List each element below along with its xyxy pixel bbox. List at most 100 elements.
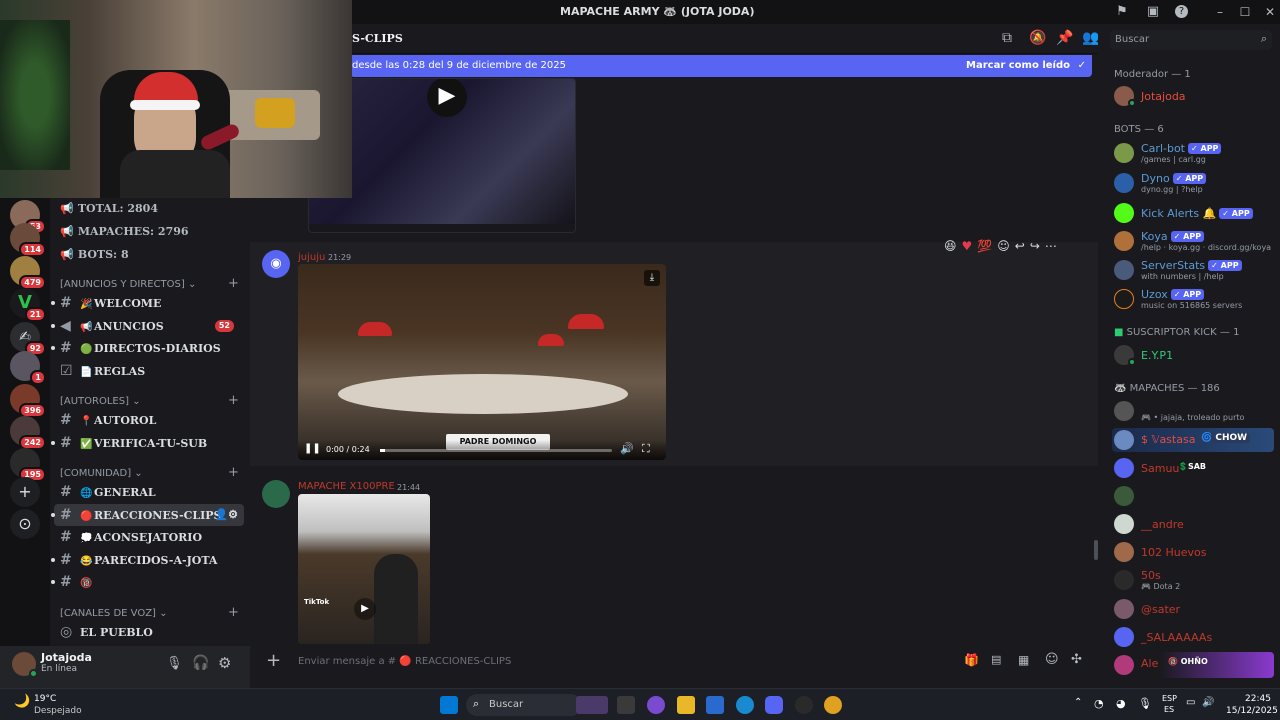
category-anuncios[interactable]: [ANUNCIOS Y DIRECTOS] ⌄ — [60, 279, 196, 290]
member-item[interactable]: 50s 🎮 Dota 2 — [1112, 567, 1277, 593]
file-explorer-icon[interactable] — [677, 696, 695, 714]
forward-icon[interactable]: ↪ — [1030, 239, 1045, 253]
category-comunidad[interactable]: [COMUNIDAD] ⌄ — [60, 468, 143, 479]
add-server-button[interactable]: + — [10, 477, 40, 507]
discord-icon[interactable] — [765, 696, 783, 714]
server-icon[interactable]: V 21 — [10, 288, 46, 322]
tray-app-icon[interactable]: ◕ — [1116, 697, 1126, 710]
message-author[interactable]: jujuju — [298, 252, 325, 263]
channel-nsfw[interactable]: # 🔞 — [51, 571, 244, 593]
reaction-icon[interactable]: 💯 — [977, 239, 997, 253]
member-item[interactable]: 🎮 • jajaja, troleado purto — [1112, 398, 1277, 424]
server-icon[interactable]: 396 — [10, 384, 46, 418]
member-item[interactable]: E.Y.P1 — [1112, 342, 1277, 368]
headphones-icon[interactable]: 🎧 — [192, 655, 209, 671]
category-autoroles[interactable]: [AUTOROLES] ⌄ — [60, 396, 141, 407]
reply-icon[interactable]: ↩ — [1015, 239, 1030, 253]
channel-verifica-tu-sub[interactable]: # ✅ VERIFICA-TU-SUB — [51, 432, 244, 454]
server-icon[interactable]: ✍ 92 — [10, 322, 46, 356]
play-icon[interactable]: ▶ — [427, 79, 467, 117]
mark-read-button[interactable]: Marcar como leído — [966, 55, 1070, 77]
channel-reacciones-clips[interactable]: # 🔴 REACCIONES-CLIPS 👤⚙ — [51, 504, 244, 526]
tray-app-icon[interactable]: ◔ — [1094, 697, 1104, 710]
clock-date[interactable]: 15/12/2025 — [1226, 706, 1278, 716]
member-item[interactable]: Samuu 💲SAB — [1112, 455, 1277, 481]
channel-autorol[interactable]: # 📍 AUTOROL — [54, 409, 244, 431]
copilot-icon[interactable] — [647, 696, 665, 714]
minimize-icon[interactable]: – — [1210, 3, 1230, 21]
member-item-highlighted[interactable]: $ 𝕍astasa 🌀 CHOW — [1112, 428, 1274, 452]
add-reaction-icon[interactable]: ☺ — [997, 239, 1015, 253]
volume-icon[interactable]: 🔊 — [620, 442, 634, 455]
network-icon[interactable]: ▭ — [1186, 697, 1195, 708]
add-channel-icon[interactable]: + — [228, 465, 239, 480]
channel-aconsejatorio[interactable]: # 💭 ACONSEJATORIO — [54, 526, 244, 548]
message-author[interactable]: MAPACHE X100PRE — [298, 481, 395, 492]
discord-avatar-icon[interactable]: ◉ — [262, 250, 290, 278]
member-item[interactable]: Dyno ✓ APP dyno.gg | ?help — [1112, 170, 1277, 196]
channel-parecidos-a-jota[interactable]: # 😂 PARECIDOS-A-JOTA — [51, 549, 244, 571]
member-item[interactable]: ServerStats ✓ APP with numbers | /help — [1112, 257, 1277, 283]
pause-icon[interactable]: ❚❚ — [304, 443, 321, 454]
screen-share-icon[interactable]: ▣ — [1145, 4, 1161, 20]
discover-button[interactable]: ⊙ — [10, 509, 40, 539]
pin-icon[interactable]: 📌 — [1056, 30, 1073, 46]
channel-reglas[interactable]: ☑ 📄 REGLAS — [54, 360, 244, 382]
taskbar-search[interactable]: ⌕ Buscar — [466, 694, 582, 716]
member-item[interactable]: Jotajoda — [1112, 83, 1277, 109]
store-icon[interactable] — [706, 696, 724, 714]
language-top[interactable]: ESP — [1162, 694, 1177, 703]
member-item[interactable]: __andre — [1112, 511, 1277, 537]
heart-reaction-icon[interactable]: ♥ — [962, 239, 978, 253]
microphone-icon[interactable]: 🎙 — [1138, 697, 1152, 710]
member-item-highlighted[interactable]: Ale 🔞 OHÑO — [1112, 652, 1274, 678]
search-highlight-icon[interactable] — [576, 696, 608, 714]
chevron-up-icon[interactable]: ⌃ — [1074, 697, 1082, 708]
invite-and-settings-icons[interactable]: 👤⚙ — [214, 504, 238, 526]
new-messages-banner[interactable]: desde las 0:28 del 9 de diciembre de 202… — [350, 55, 1092, 77]
member-item[interactable]: Uzox ✓ APP music on 516865 servers — [1112, 286, 1277, 312]
message-hover-toolbar[interactable]: 😆♥💯☺↩↪⋯ — [944, 239, 1062, 253]
gif-icon[interactable]: ▤ — [991, 653, 1001, 666]
member-list-icon[interactable]: 👥 — [1082, 30, 1099, 46]
more-icon[interactable]: ⋯ — [1045, 239, 1062, 253]
composer-placeholder[interactable]: Enviar mensaje a # 🔴 REACCIONES-CLIPS — [298, 656, 511, 667]
windows-start-icon[interactable] — [440, 696, 458, 714]
tiktok-video-embed[interactable]: TikTok ▶ — [298, 494, 430, 644]
maximize-icon[interactable]: ☐ — [1235, 3, 1255, 21]
add-channel-icon[interactable]: + — [228, 605, 239, 620]
obs-icon[interactable] — [795, 696, 813, 714]
inbox-flag-icon[interactable]: ⚑ — [1114, 4, 1130, 20]
volume-icon[interactable]: 🔊 — [1202, 697, 1214, 708]
chrome-icon[interactable] — [824, 696, 842, 714]
threads-icon[interactable]: ⧉ — [1002, 30, 1012, 46]
close-icon[interactable]: ✕ — [1260, 3, 1280, 21]
fullscreen-icon[interactable]: ⛶ — [642, 442, 650, 456]
language-bottom[interactable]: ES — [1164, 705, 1174, 714]
member-item[interactable]: @sater — [1112, 596, 1277, 622]
help-icon[interactable]: ? — [1175, 5, 1188, 18]
channel-directos-diarios[interactable]: # 🟢 DIRECTOS-DIARIOS — [51, 337, 244, 359]
member-item[interactable]: Kick Alerts 🔔 ✓ APP — [1112, 200, 1277, 226]
member-item[interactable]: Koya ✓ APP/help · koya.gg · discord.gg/ko… — [1112, 228, 1277, 254]
weather-icon[interactable]: 🌙 — [14, 694, 30, 709]
video-embed-padre-domingo[interactable]: ⤓ PADRE DOMINGO ❚❚ 0:00 / 0:24 🔊 ⛶ — [298, 264, 666, 460]
message-composer[interactable]: + Enviar mensaje a # 🔴 REACCIONES-CLIPS … — [258, 648, 1094, 676]
video-progress-bar[interactable] — [380, 449, 612, 452]
member-item[interactable]: _SALAAAAAs — [1112, 624, 1277, 650]
clock-time[interactable]: 22:45 — [1245, 694, 1271, 704]
server-icon[interactable]: 114 — [10, 223, 46, 257]
download-icon[interactable]: ⤓ — [644, 270, 660, 286]
apps-icon[interactable]: ✣ — [1071, 652, 1082, 667]
sticker-icon[interactable]: ▦ — [1018, 653, 1029, 667]
mute-bell-icon[interactable]: 🔕 — [1029, 30, 1046, 46]
settings-gear-icon[interactable]: ⚙ — [218, 654, 231, 672]
play-icon[interactable]: ▶ — [354, 598, 376, 620]
category-voz[interactable]: [CANALES DE VOZ] ⌄ — [60, 608, 168, 619]
server-icon[interactable]: 195 — [10, 448, 46, 482]
emoji-icon[interactable]: ☺ — [1045, 652, 1059, 667]
channel-welcome[interactable]: # 🎉 WELCOME — [51, 292, 244, 314]
task-view-icon[interactable] — [617, 696, 635, 714]
edge-icon[interactable] — [736, 696, 754, 714]
channel-general[interactable]: # 🌐 GENERAL — [54, 481, 244, 503]
